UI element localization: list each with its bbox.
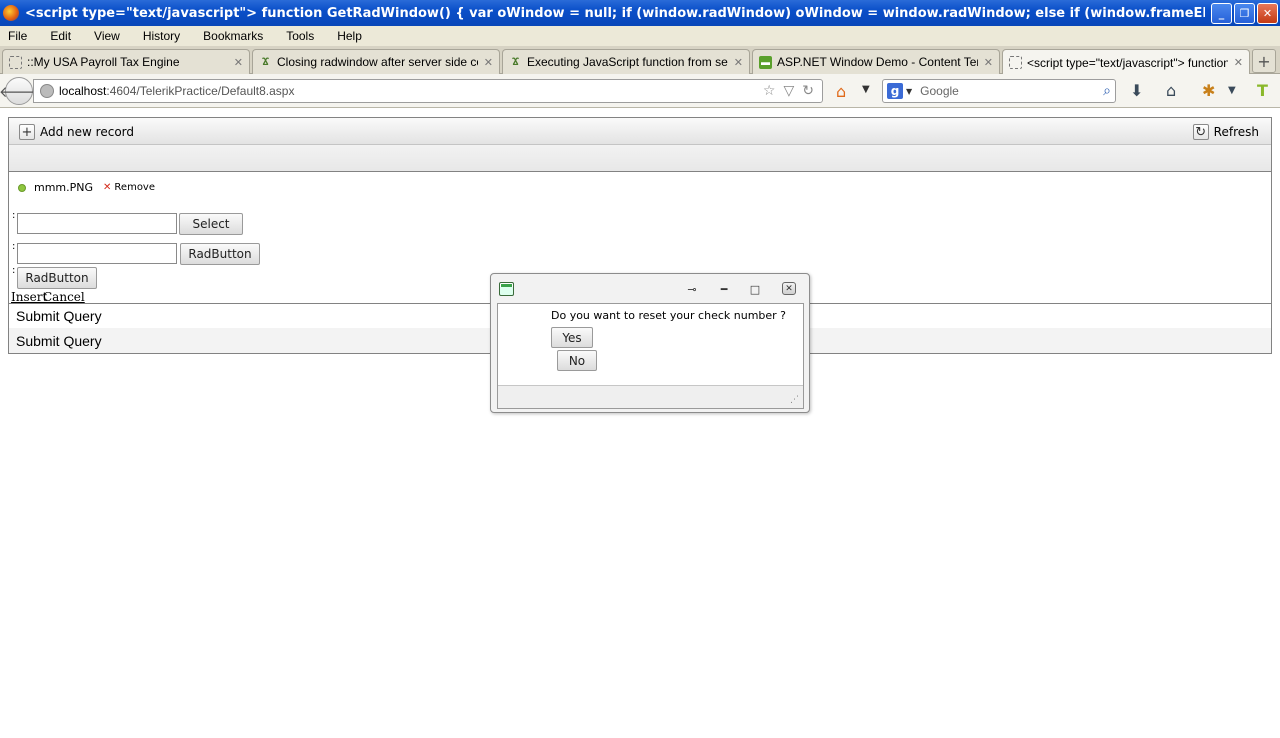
chevron-down-icon[interactable]: ▼ bbox=[1228, 85, 1236, 96]
tab-label: Executing JavaScript function from serve… bbox=[527, 55, 728, 69]
dialog-question: Do you want to reset your check number ? bbox=[551, 309, 787, 322]
insert-link[interactable]: Insert bbox=[11, 290, 47, 304]
resize-grip-icon[interactable]: ⋰ bbox=[790, 395, 799, 405]
menu-tools[interactable]: Tools bbox=[282, 29, 318, 43]
addon-t-icon[interactable]: T bbox=[1257, 81, 1268, 100]
no-button[interactable]: No bbox=[557, 350, 597, 371]
tab-close-icon[interactable]: ✕ bbox=[984, 56, 993, 69]
menu-file[interactable]: File bbox=[4, 29, 31, 43]
plus-icon: + bbox=[19, 124, 35, 140]
close-button[interactable]: ✕ bbox=[1257, 3, 1278, 24]
submit-query-button[interactable]: Submit Query bbox=[16, 333, 102, 349]
history-dropdown-icon[interactable]: ▽ bbox=[783, 83, 794, 99]
add-new-record-button[interactable]: + Add new record bbox=[19, 124, 134, 140]
bookmark-star-icon[interactable]: ☆ bbox=[763, 83, 776, 99]
pin-icon[interactable]: ⊸ bbox=[685, 282, 699, 296]
tab-script-active[interactable]: <script type="text/javascript"> function… bbox=[1002, 49, 1250, 75]
text-input[interactable] bbox=[17, 243, 177, 264]
firebug-icon[interactable]: ✱ bbox=[1202, 81, 1215, 100]
uploaded-file-row: mmm.PNG ✕ Remove bbox=[18, 181, 155, 194]
window-controls: _ ❐ ✕ bbox=[1211, 3, 1278, 24]
field-label: : bbox=[12, 265, 16, 276]
menu-bar: File Edit View History Bookmarks Tools H… bbox=[0, 26, 1280, 46]
radbutton-2[interactable]: RadButton bbox=[17, 267, 97, 289]
tab-close-icon[interactable]: ✕ bbox=[734, 56, 743, 69]
navigation-bar: 🡐 localhost:4604/TelerikPractice/Default… bbox=[0, 74, 1280, 108]
window-title-bar: <script type="text/javascript"> function… bbox=[0, 0, 1280, 26]
tab-strip: ::My USA Payroll Tax Engine ✕ Ϫ Closing … bbox=[0, 46, 1280, 75]
menu-bookmarks[interactable]: Bookmarks bbox=[199, 29, 267, 43]
home-icon[interactable]: ⌂ bbox=[1166, 81, 1176, 100]
window-title: <script type="text/javascript"> function… bbox=[25, 5, 1205, 21]
url-bar[interactable]: localhost:4604/TelerikPractice/Default8.… bbox=[33, 79, 823, 103]
telerik-icon: Ϫ bbox=[511, 56, 520, 68]
tab-closing-radwindow[interactable]: Ϫ Closing radwindow after server side co… bbox=[252, 49, 500, 74]
minimize-button[interactable]: _ bbox=[1211, 3, 1232, 24]
add-new-record-label: Add new record bbox=[40, 125, 134, 139]
tab-executing-javascript[interactable]: Ϫ Executing JavaScript function from ser… bbox=[502, 49, 750, 74]
dialog-close-button[interactable]: ✕ bbox=[782, 282, 796, 295]
tab-label: ::My USA Payroll Tax Engine bbox=[27, 55, 180, 69]
tab-payroll-tax-engine[interactable]: ::My USA Payroll Tax Engine ✕ bbox=[2, 49, 250, 74]
menu-edit[interactable]: Edit bbox=[46, 29, 75, 43]
confirm-dialog: ⊸ ━ □ ✕ Do you want to reset your check … bbox=[490, 273, 810, 413]
window-app-icon bbox=[499, 282, 514, 296]
search-bar[interactable]: g ▼ Google ⌕ bbox=[882, 79, 1116, 103]
maximize-icon[interactable]: □ bbox=[748, 282, 762, 296]
refresh-icon: ↻ bbox=[1192, 124, 1209, 140]
chevron-down-icon[interactable]: ▼ bbox=[906, 87, 912, 96]
globe-icon bbox=[40, 84, 54, 98]
tab-close-icon[interactable]: ✕ bbox=[234, 56, 243, 69]
remove-icon[interactable]: ✕ bbox=[103, 182, 111, 193]
field-label: : bbox=[12, 241, 16, 252]
tab-label: ASP.NET Window Demo - Content Template bbox=[777, 55, 978, 69]
tab-label: Closing radwindow after server side code… bbox=[277, 55, 478, 69]
search-icon[interactable]: ⌕ bbox=[1103, 83, 1111, 99]
tab-close-icon[interactable]: ✕ bbox=[484, 56, 493, 69]
menu-history[interactable]: History bbox=[139, 29, 184, 43]
firefox-logo-icon bbox=[3, 5, 19, 21]
grid-header-row bbox=[9, 145, 1271, 172]
cancel-link[interactable]: Cancel bbox=[43, 290, 85, 304]
tab-aspnet-window-demo[interactable]: ▬ ASP.NET Window Demo - Content Template… bbox=[752, 49, 1000, 74]
dialog-content: Do you want to reset your check number ?… bbox=[497, 303, 804, 409]
menu-help[interactable]: Help bbox=[333, 29, 366, 43]
new-tab-button[interactable]: + bbox=[1252, 49, 1276, 73]
submit-query-button[interactable]: Submit Query bbox=[16, 308, 102, 324]
dialog-status-bar: ⋰ bbox=[498, 385, 803, 408]
google-icon[interactable]: g bbox=[887, 83, 903, 99]
reload-icon[interactable]: ↻ bbox=[802, 83, 814, 99]
telerik-icon: Ϫ bbox=[261, 56, 270, 68]
field-label: : bbox=[12, 210, 16, 221]
download-icon[interactable]: ⬇ bbox=[1130, 81, 1143, 100]
restore-button[interactable]: ❐ bbox=[1234, 3, 1255, 24]
radbutton-1[interactable]: RadButton bbox=[180, 243, 260, 265]
remove-link[interactable]: Remove bbox=[114, 182, 155, 193]
select-button[interactable]: Select bbox=[179, 213, 243, 235]
refresh-label: Refresh bbox=[1213, 125, 1259, 139]
yes-button[interactable]: Yes bbox=[551, 327, 593, 348]
url-text[interactable]: localhost:4604/TelerikPractice/Default8.… bbox=[59, 84, 763, 98]
dialog-title-bar[interactable]: ⊸ ━ □ ✕ bbox=[491, 274, 809, 302]
tab-close-icon[interactable]: ✕ bbox=[1234, 56, 1243, 69]
menu-view[interactable]: View bbox=[90, 29, 124, 43]
blank-page-icon bbox=[1009, 56, 1022, 69]
tab-label: <script type="text/javascript"> function… bbox=[1027, 55, 1228, 70]
refresh-button[interactable]: ↻ Refresh bbox=[1192, 124, 1259, 140]
home-addon-icon[interactable]: ⌂ bbox=[836, 82, 846, 101]
blank-page-icon bbox=[9, 55, 22, 69]
uploaded-file-name: mmm.PNG bbox=[34, 181, 94, 194]
search-input[interactable]: Google bbox=[920, 84, 1103, 98]
grid-command-bar: + Add new record ↻ Refresh bbox=[9, 118, 1271, 145]
demo-page-icon: ▬ bbox=[759, 55, 772, 69]
upload-success-icon bbox=[18, 183, 26, 192]
page-content: + Add new record ↻ Refresh mmm.PNG ✕ Rem… bbox=[0, 108, 1280, 738]
chevron-down-icon[interactable]: ▼ bbox=[862, 84, 870, 95]
back-button[interactable]: 🡐 bbox=[0, 77, 39, 105]
minimize-icon[interactable]: ━ bbox=[717, 282, 731, 296]
file-path-input[interactable] bbox=[17, 213, 177, 234]
